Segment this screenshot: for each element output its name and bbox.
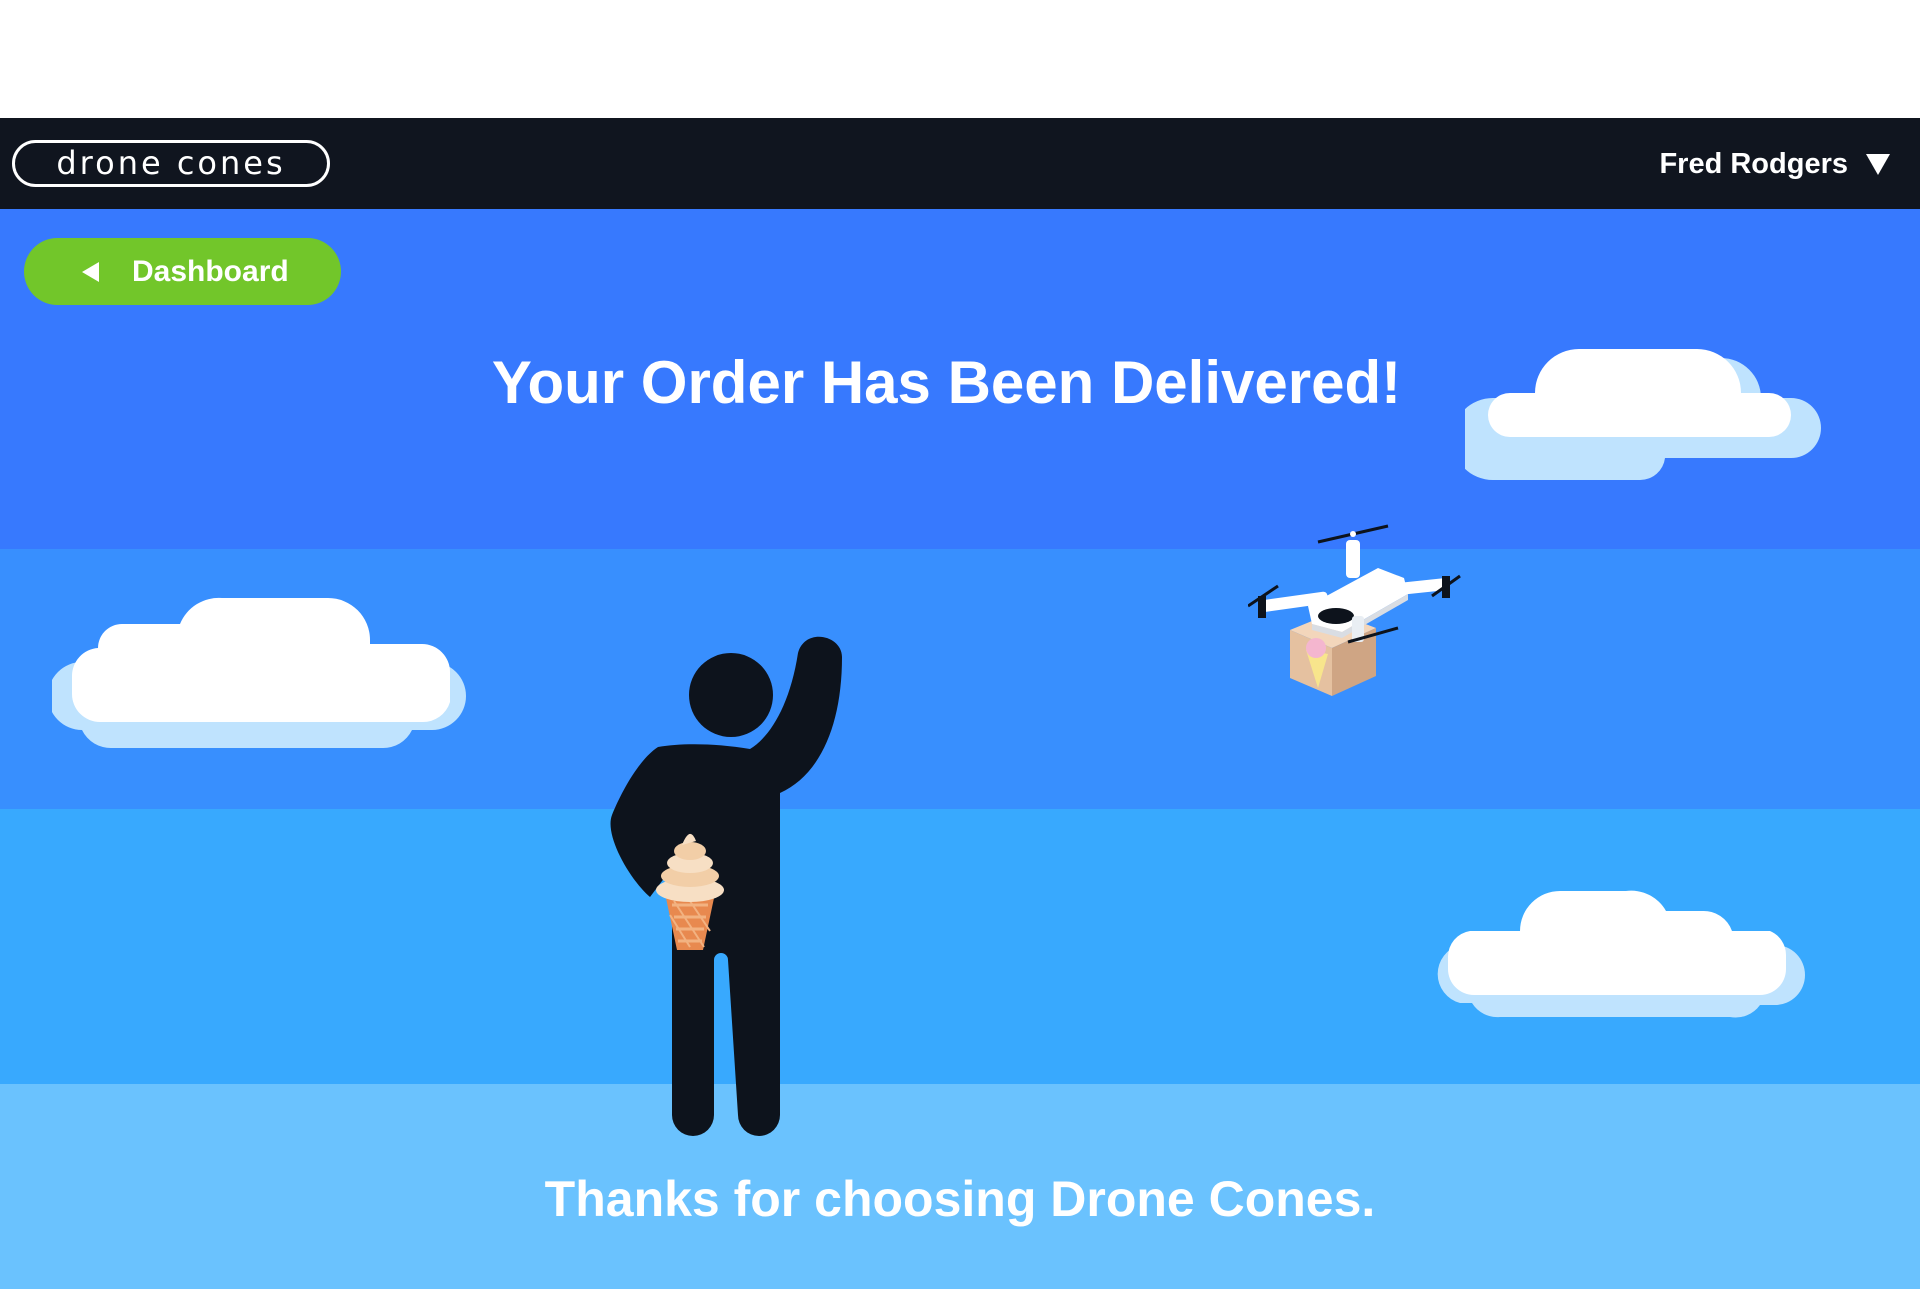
drone-cones-logo[interactable]: drone cones bbox=[12, 140, 330, 187]
user-name[interactable]: Fred Rodgers bbox=[1659, 148, 1848, 181]
caret-down-icon[interactable] bbox=[1866, 153, 1890, 175]
person-waving-illustration bbox=[610, 636, 842, 1136]
cloud-illustration bbox=[1437, 890, 1805, 1018]
thanks-message: Thanks for choosing Drone Cones. bbox=[544, 1171, 1376, 1227]
drone-delivery-illustration bbox=[1248, 524, 1461, 696]
dashboard-back-label: Dashboard bbox=[132, 254, 289, 288]
triangle-left-icon bbox=[82, 261, 99, 282]
user-menu[interactable]: Fred Rodgers bbox=[1659, 140, 1890, 188]
cloud-illustration bbox=[1465, 349, 1821, 481]
cloud-illustration bbox=[52, 597, 466, 749]
top-blank-area bbox=[0, 0, 1920, 118]
dashboard-back-button[interactable]: Dashboard bbox=[24, 238, 341, 305]
